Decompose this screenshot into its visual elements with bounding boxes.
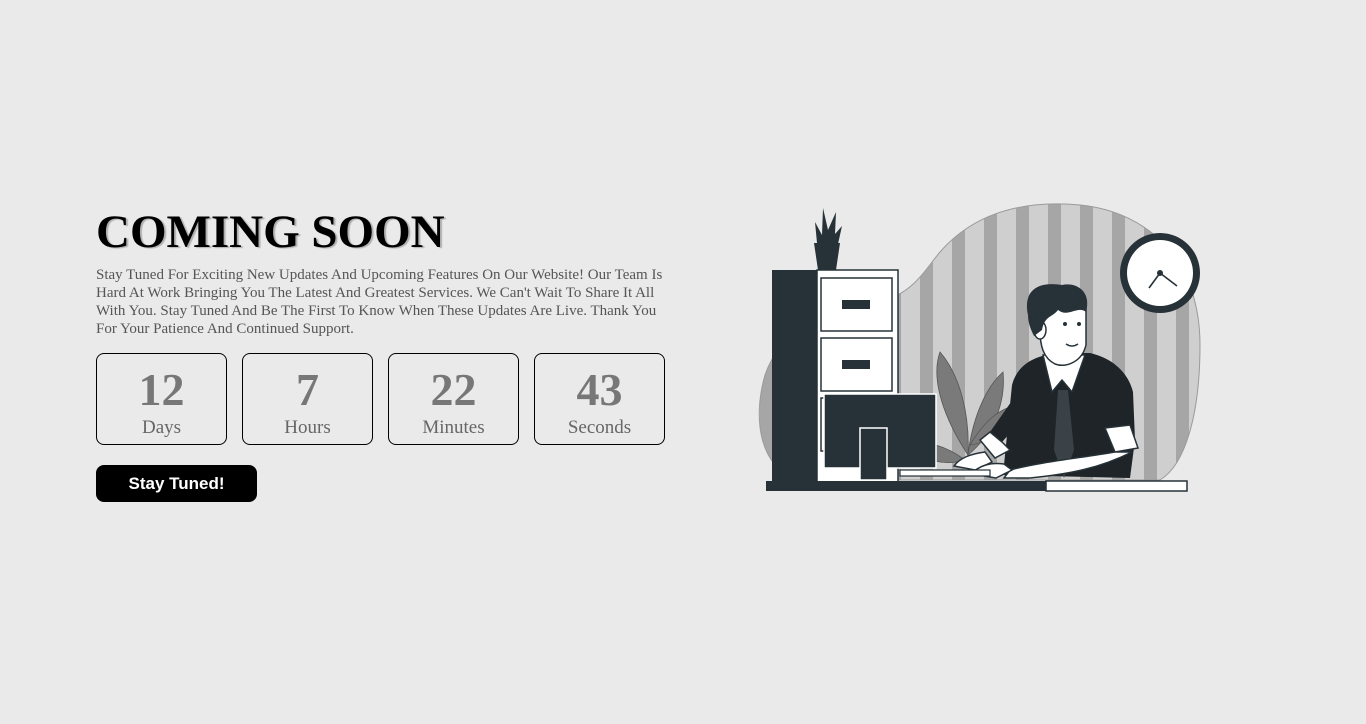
- stay-tuned-button[interactable]: Stay Tuned!: [96, 465, 257, 502]
- countdown-days-value: 12: [138, 364, 185, 415]
- page-title: COMING SOON: [96, 206, 445, 258]
- countdown-minutes: 22 Minutes: [388, 353, 519, 445]
- countdown-days: 12 Days: [96, 353, 227, 445]
- countdown-minutes-label: Minutes: [422, 417, 485, 438]
- countdown-hours-label: Hours: [284, 417, 331, 438]
- countdown-minutes-value: 22: [430, 364, 477, 415]
- countdown-seconds: 43 Seconds: [534, 353, 665, 445]
- countdown-days-label: Days: [141, 417, 182, 438]
- page-description: Stay Tuned For Exciting New Updates And …: [96, 267, 663, 337]
- countdown-seconds-label: Seconds: [567, 417, 632, 438]
- potted-plant-icon: [814, 208, 842, 270]
- desk-icon: [766, 480, 1188, 492]
- wall-clock-icon: [1120, 233, 1200, 313]
- hero-section: COMING SOON Stay Tuned For Exciting New …: [96, 204, 686, 502]
- countdown-seconds-value: 43: [576, 364, 623, 415]
- working-person-illustration: [758, 203, 1201, 492]
- countdown-hours-value: 7: [296, 364, 319, 415]
- countdown-timer: 12 Days 7 Hours 22 Minutes 43 Seconds: [96, 353, 686, 445]
- countdown-hours: 7 Hours: [242, 353, 373, 445]
